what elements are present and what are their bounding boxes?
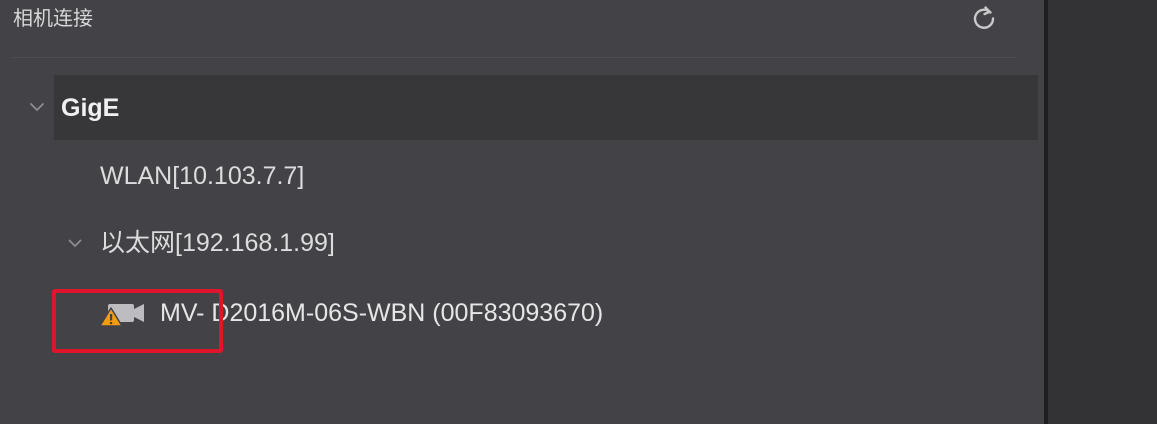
tree-node-camera[interactable]: MV- D2016M-06S-WBN (00F83093670) xyxy=(160,297,603,329)
tree-node-ethernet[interactable]: 以太网[192.168.1.99] xyxy=(100,227,335,259)
chevron-down-icon[interactable] xyxy=(66,234,84,252)
tree-node-wlan[interactable]: WLAN[10.103.7.7] xyxy=(100,160,304,192)
refresh-button[interactable] xyxy=(964,0,1004,36)
tree-node-gige-label: GigE xyxy=(61,94,120,122)
camera-warning-icon xyxy=(99,304,144,327)
tree-node-gige[interactable] xyxy=(54,75,1038,140)
refresh-icon xyxy=(973,6,995,29)
right-area xyxy=(1048,0,1157,424)
header-divider xyxy=(13,57,1017,58)
camera-connection-panel: 相机连接 GigE WLAN[10.103.7.7] 以太网[192.168.1… xyxy=(0,0,1044,424)
chevron-down-icon[interactable] xyxy=(27,97,47,117)
panel-title: 相机连接 xyxy=(13,8,93,30)
